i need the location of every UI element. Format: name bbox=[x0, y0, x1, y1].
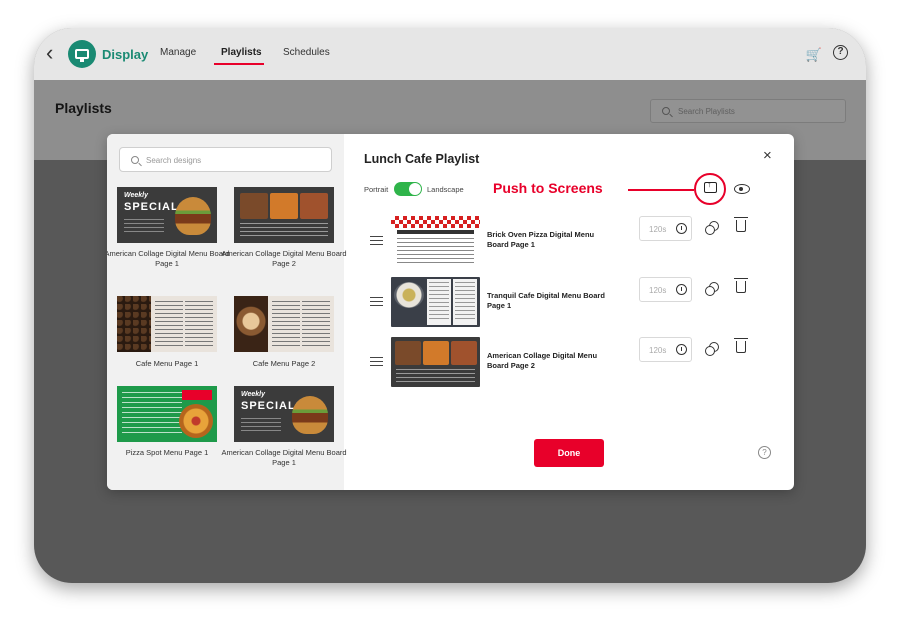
design-caption: American Collage Digital Menu Board Page… bbox=[221, 249, 347, 268]
design-thumbnail[interactable] bbox=[234, 187, 334, 243]
duration-value: 120s bbox=[649, 225, 667, 234]
app-window: ‹ Display Manage Playlists Schedules 🛒 ?… bbox=[34, 28, 866, 583]
drag-handle-icon[interactable] bbox=[370, 357, 383, 366]
duration-input[interactable]: 120s bbox=[639, 216, 692, 241]
tab-playlists[interactable]: Playlists bbox=[221, 47, 262, 58]
design-caption: American Collage Digital Menu Board Page… bbox=[221, 448, 347, 467]
tab-schedules[interactable]: Schedules bbox=[283, 47, 330, 58]
design-thumbnail[interactable]: Weekly SPECIALS bbox=[234, 386, 334, 442]
duration-value: 120s bbox=[649, 286, 667, 295]
active-tab-indicator bbox=[214, 63, 264, 65]
duplicate-icon[interactable] bbox=[705, 282, 719, 296]
item-name: Brick Oven Pizza Digital Menu Board Page… bbox=[487, 230, 595, 249]
search-icon bbox=[131, 156, 139, 164]
design-caption: Pizza Spot Menu Page 1 bbox=[125, 448, 209, 457]
display-logo-icon bbox=[68, 40, 96, 68]
cart-icon[interactable]: 🛒 bbox=[806, 47, 822, 63]
tab-manage[interactable]: Manage bbox=[160, 47, 196, 58]
help-icon[interactable]: ? bbox=[833, 45, 848, 60]
clock-icon bbox=[676, 284, 687, 295]
thumb-text: Weekly bbox=[241, 391, 265, 398]
playlist-item[interactable]: Brick Oven Pizza Digital Menu Board Page… bbox=[344, 216, 794, 266]
thumb-text: Weekly bbox=[124, 192, 148, 199]
playlist-title: Lunch Cafe Playlist bbox=[364, 152, 480, 166]
brand-name: Display bbox=[102, 47, 149, 62]
duration-input[interactable]: 120s bbox=[639, 337, 692, 362]
design-thumbnail[interactable] bbox=[234, 296, 334, 352]
back-arrow-icon[interactable]: ‹ bbox=[46, 42, 53, 64]
drag-handle-icon[interactable] bbox=[370, 236, 383, 245]
item-thumbnail bbox=[391, 337, 480, 387]
trash-icon[interactable] bbox=[734, 217, 748, 232]
clock-icon bbox=[676, 223, 687, 234]
push-to-screens-annotation: Push to Screens bbox=[493, 180, 603, 196]
design-caption: Cafe Menu Page 1 bbox=[135, 359, 199, 368]
search-placeholder: Search designs bbox=[146, 156, 202, 165]
duplicate-icon[interactable] bbox=[705, 342, 719, 356]
portrait-label: Portrait bbox=[364, 185, 389, 194]
help-icon[interactable]: ? bbox=[758, 446, 771, 459]
orientation-toggle[interactable] bbox=[394, 182, 422, 196]
toggle-knob bbox=[409, 183, 421, 195]
design-caption: American Collage Digital Menu Board Page… bbox=[107, 249, 230, 268]
duration-input[interactable]: 120s bbox=[639, 277, 692, 302]
design-thumbnail[interactable]: Weekly SPECIALS bbox=[117, 187, 217, 243]
duplicate-icon[interactable] bbox=[705, 221, 719, 235]
design-library-panel: Search designs Weekly SPECIALS American … bbox=[107, 134, 347, 490]
item-thumbnail bbox=[391, 216, 480, 266]
playlist-item[interactable]: American Collage Digital Menu Board Page… bbox=[344, 337, 794, 387]
playlist-item[interactable]: Tranquil Cafe Digital Menu Board Page 1 … bbox=[344, 277, 794, 327]
item-thumbnail bbox=[391, 277, 480, 327]
design-thumbnail[interactable] bbox=[117, 296, 217, 352]
playlist-panel: Lunch Cafe Playlist × Portrait Landscape… bbox=[344, 134, 794, 490]
preview-eye-icon[interactable] bbox=[734, 184, 750, 194]
done-button[interactable]: Done bbox=[534, 439, 604, 467]
close-icon[interactable]: × bbox=[763, 148, 772, 163]
top-bar: ‹ Display Manage Playlists Schedules 🛒 ? bbox=[34, 28, 866, 80]
item-name: Tranquil Cafe Digital Menu Board Page 1 bbox=[487, 291, 605, 310]
drag-handle-icon[interactable] bbox=[370, 297, 383, 306]
clock-icon bbox=[676, 344, 687, 355]
annotation-line bbox=[628, 189, 694, 191]
landscape-label: Landscape bbox=[427, 185, 464, 194]
design-thumbnail[interactable] bbox=[117, 386, 217, 442]
playlist-editor-modal: Search designs Weekly SPECIALS American … bbox=[107, 134, 794, 490]
item-name: American Collage Digital Menu Board Page… bbox=[487, 351, 598, 370]
trash-icon[interactable] bbox=[734, 338, 748, 353]
design-caption: Cafe Menu Page 2 bbox=[252, 359, 316, 368]
design-search-input[interactable]: Search designs bbox=[119, 147, 332, 172]
duration-value: 120s bbox=[649, 346, 667, 355]
push-to-screens-icon[interactable] bbox=[704, 179, 717, 193]
trash-icon[interactable] bbox=[734, 278, 748, 293]
